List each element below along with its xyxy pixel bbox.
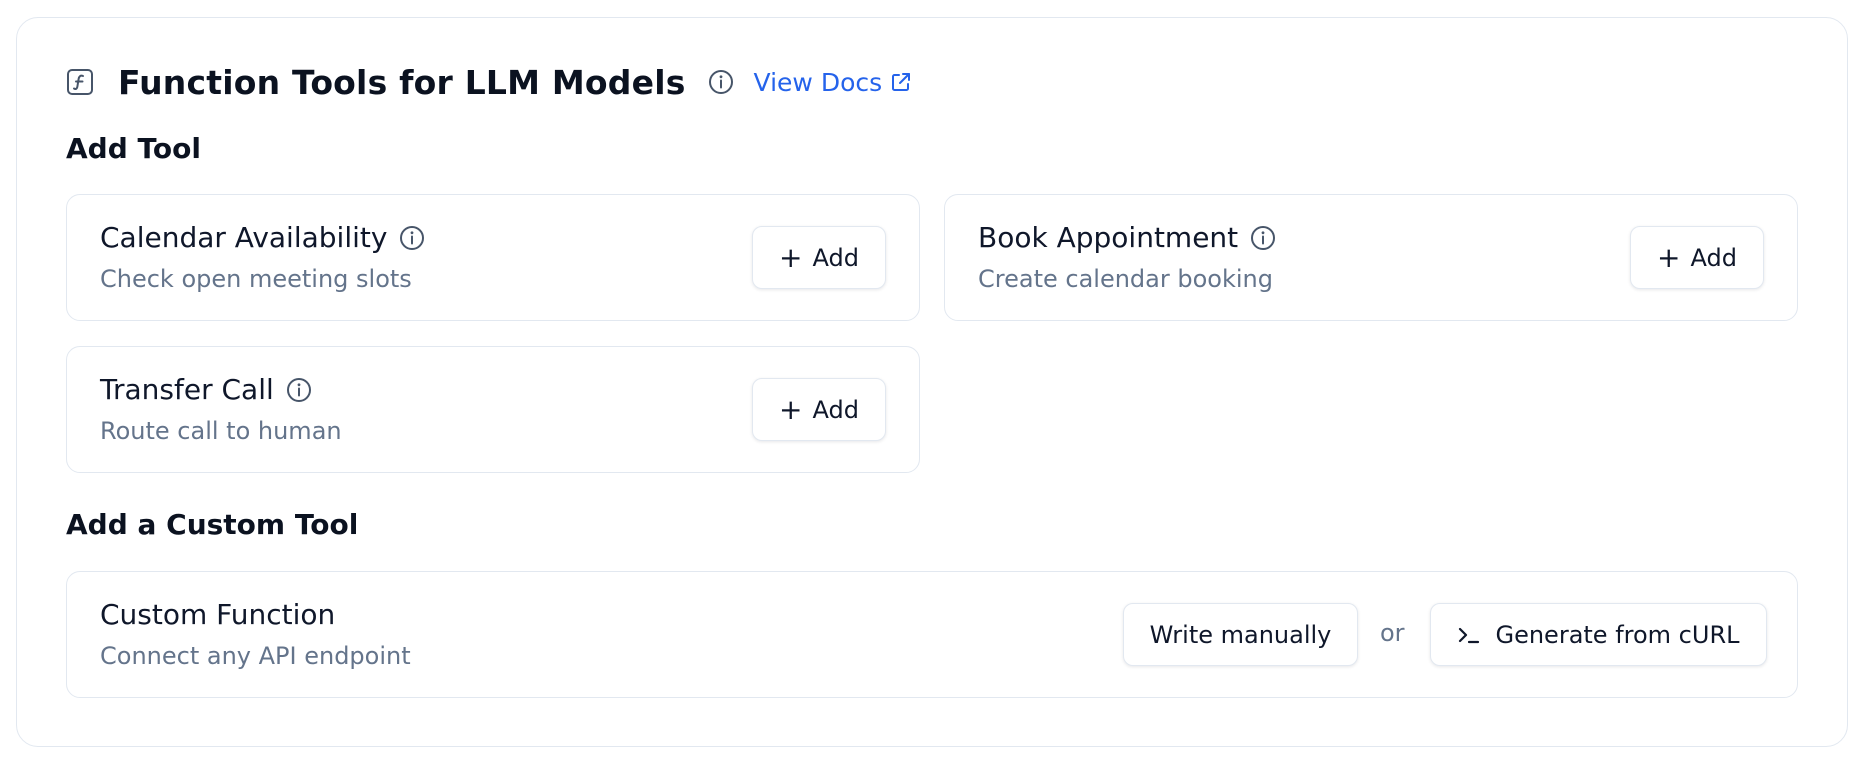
tool-name: Book Appointment — [978, 221, 1239, 254]
info-icon[interactable] — [1250, 225, 1276, 251]
tool-card-book-appointment: Book Appointment Create calendar booking… — [944, 194, 1798, 321]
info-icon[interactable] — [399, 225, 425, 251]
plus-icon: + — [779, 240, 803, 274]
plus-icon: + — [779, 392, 803, 426]
tool-name-row: Calendar Availability — [100, 221, 425, 254]
generate-from-curl-button[interactable]: Generate from cURL — [1430, 603, 1767, 666]
tool-name-row: Book Appointment — [978, 221, 1276, 254]
add-book-appointment-button[interactable]: + Add — [1630, 226, 1764, 289]
add-transfer-call-button[interactable]: + Add — [752, 378, 886, 441]
tool-description: Check open meeting slots — [100, 265, 412, 293]
function-icon — [66, 68, 94, 96]
write-manually-label: Write manually — [1149, 620, 1332, 649]
write-manually-button[interactable]: Write manually — [1123, 603, 1358, 666]
view-docs-link[interactable]: View Docs — [754, 68, 913, 97]
tool-card-calendar-availability: Calendar Availability Check open meeting… — [66, 194, 920, 321]
add-tool-heading: Add Tool — [66, 132, 201, 165]
add-button-label: Add — [812, 243, 859, 272]
plus-icon: + — [1657, 240, 1681, 274]
or-separator: or — [1380, 619, 1405, 647]
add-custom-tool-heading: Add a Custom Tool — [66, 508, 359, 541]
custom-function-description: Connect any API endpoint — [100, 642, 411, 670]
generate-from-curl-label: Generate from cURL — [1495, 620, 1740, 649]
tool-name-row: Transfer Call — [100, 373, 312, 406]
tool-description: Create calendar booking — [978, 265, 1273, 293]
info-icon[interactable] — [286, 377, 312, 403]
custom-function-card: Custom Function Connect any API endpoint… — [66, 571, 1798, 698]
add-calendar-availability-button[interactable]: + Add — [752, 226, 886, 289]
tool-card-transfer-call: Transfer Call Route call to human + Add — [66, 346, 920, 473]
info-icon[interactable] — [708, 69, 734, 95]
custom-function-name: Custom Function — [100, 598, 336, 631]
tool-name: Calendar Availability — [100, 221, 388, 254]
add-button-label: Add — [1690, 243, 1737, 272]
tool-description: Route call to human — [100, 417, 342, 445]
panel-header: Function Tools for LLM Models View Docs — [66, 62, 912, 102]
add-button-label: Add — [812, 395, 859, 424]
external-link-icon — [890, 71, 912, 93]
tool-name: Transfer Call — [100, 373, 274, 406]
view-docs-label: View Docs — [753, 67, 883, 97]
terminal-icon — [1457, 624, 1481, 646]
page-title: Function Tools for LLM Models — [118, 62, 686, 102]
custom-function-name-row: Custom Function — [100, 598, 335, 631]
